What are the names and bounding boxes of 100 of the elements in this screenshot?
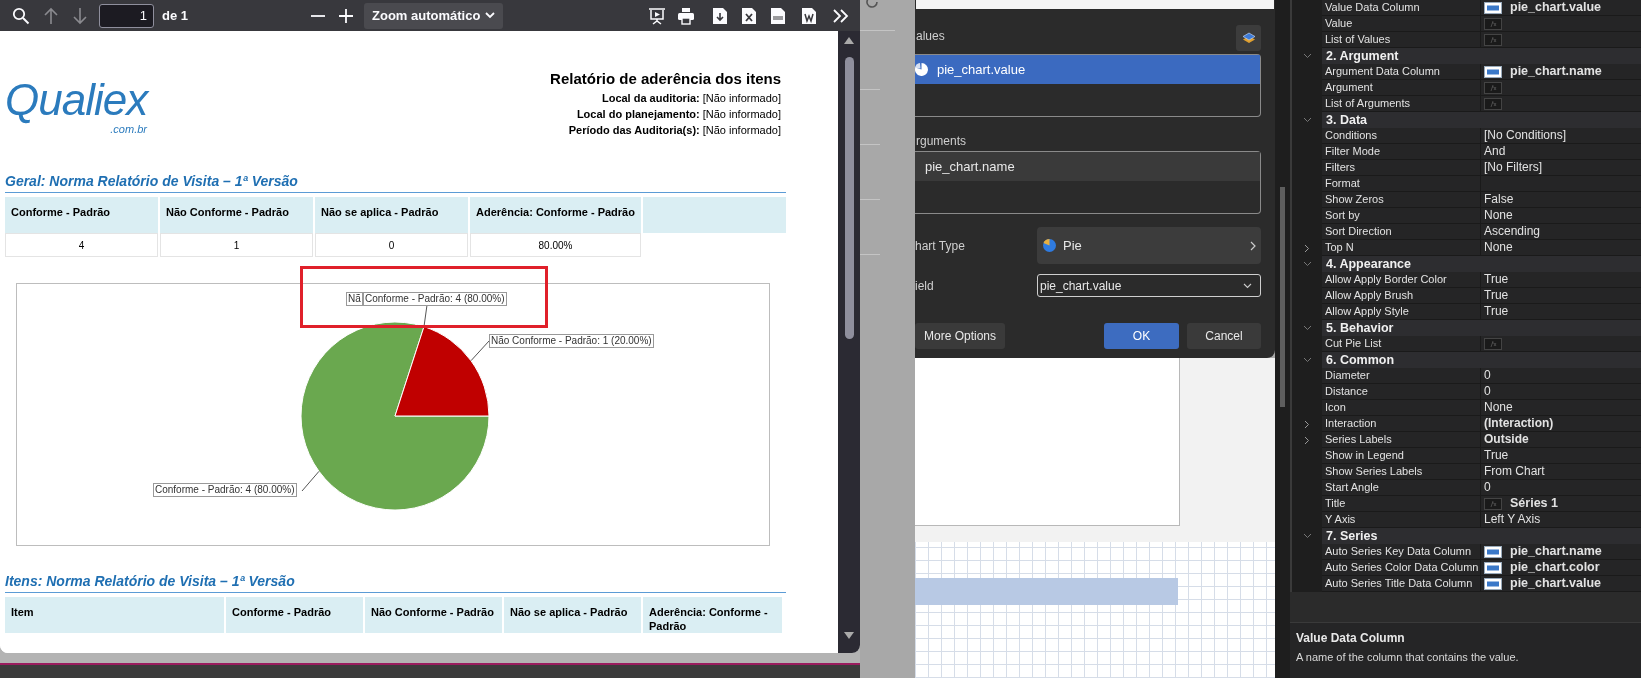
field-label: alues [916,28,945,45]
double-chevron-icon[interactable] [832,7,850,24]
property-value[interactable]: None [1481,240,1641,256]
list-item[interactable]: pie_chart.value [915,55,1260,84]
field-label: hart Type [915,237,966,255]
scroll-up-icon[interactable] [844,37,854,44]
property-value[interactable]: (Interaction) [1481,416,1641,432]
scrollbar-thumb[interactable] [1280,187,1285,407]
field-label: rguments [916,134,968,148]
presentation-icon[interactable] [648,6,666,25]
property-name: Interaction [1322,416,1481,432]
chevron-down-icon[interactable] [1302,53,1312,59]
table-cell: 0 [315,233,468,257]
zoom-select[interactable]: Zoom automático [364,2,503,29]
property-value[interactable]: From Chart [1481,464,1641,480]
info-value: [Não informado] [702,107,781,122]
property-name: Auto Series Key Data Column [1322,544,1481,560]
property-name: Auto Series Title Data Column [1322,576,1481,592]
chevron-right-icon[interactable] [1304,435,1310,445]
column-header: Não se aplica - Padrão [315,197,468,233]
scrollbar-thumb[interactable] [844,57,854,339]
download-file-icon[interactable] [712,6,728,25]
section-header[interactable]: 6. Common [1322,352,1641,368]
section-title: Geral: Norma Relatório de Visita – 1ª Versão [5,172,786,193]
spreadsheet-file-icon[interactable] [741,6,757,25]
property-value[interactable]: Ascending [1481,224,1641,240]
data-label: Conforme - Padrão: 4 (80.00%) [153,483,297,497]
section-header[interactable]: 3. Data [1322,112,1641,128]
property-value[interactable]: Left Y Axis [1481,512,1641,528]
property-name: Format [1322,176,1481,192]
property-value[interactable]: [No Conditions] [1481,128,1641,144]
zoom-in-icon[interactable] [338,7,354,24]
property-name: Cut Pie List [1322,336,1481,352]
property-value[interactable]: And [1481,144,1641,160]
layers-button[interactable] [1236,25,1261,51]
section-header[interactable]: 2. Argument [1322,48,1641,64]
property-name: Top N [1322,240,1481,256]
dialog-button[interactable]: Cancel [1187,323,1261,349]
property-name: Auto Series Color Data Column [1322,560,1481,576]
chevron-down-icon [1243,282,1252,289]
property-name: Allow Apply Border Color [1322,272,1481,288]
property-value[interactable]: 0 [1481,368,1641,384]
property-value[interactable]: None [1481,400,1641,416]
text-field-icon [1484,577,1502,590]
csv-file-icon[interactable] [770,6,786,25]
document-file-icon[interactable] [801,6,817,25]
arrow-down-icon[interactable] [72,6,88,25]
chart-type-button[interactable]: Pie [1037,227,1261,264]
chevron-right-icon[interactable] [1304,419,1310,429]
scrollbar[interactable] [838,31,860,653]
chevron-down-icon [485,12,495,19]
property-value[interactable]: True [1481,448,1641,464]
page-number-field[interactable]: 1 [99,3,154,28]
info-label: Período das Auditoria(s): [568,123,700,138]
scroll-down-icon[interactable] [844,632,854,639]
property-name: Show Zeros [1322,192,1481,208]
description-text: A name of the column that contains the value. [1296,650,1520,665]
search-icon[interactable] [12,6,30,25]
section-header[interactable]: 7. Series [1322,528,1641,544]
column-header: Conforme - Padrão [226,597,363,633]
dialog-button[interactable]: More Options [915,323,1005,349]
property-name: Filters [1322,160,1481,176]
chevron-down-icon[interactable] [1302,357,1312,363]
chevron-down-icon[interactable] [1302,325,1312,331]
leader-line [301,470,320,492]
property-value[interactable]: [No Filters] [1481,160,1641,176]
property-value[interactable]: True [1481,272,1641,288]
list-item[interactable]: pie_chart.name [915,152,1260,181]
chevron-down-icon[interactable] [1302,533,1312,539]
property-value[interactable]: 0 [1481,384,1641,400]
property-value[interactable]: 0 [1481,480,1641,496]
field-select[interactable]: pie_chart.value [1037,274,1261,297]
info-value: [Não informado] [702,91,781,106]
section-header[interactable]: 5. Behavior [1322,320,1641,336]
property-value[interactable]: True [1481,304,1641,320]
property-value[interactable]: True [1481,288,1641,304]
section-header[interactable]: 4. Appearance [1322,256,1641,272]
arrow-up-icon[interactable] [43,6,59,25]
print-icon[interactable] [677,6,695,25]
property-value[interactable]: False [1481,192,1641,208]
property-name: Value Data Column [1322,0,1481,16]
property-value[interactable]: None [1481,208,1641,224]
property-value[interactable]: Outside [1481,432,1641,448]
text-field-icon [1484,561,1502,574]
table-cell: 4 [5,233,158,257]
data-label: Não Conforme - Padrão: 1 (20.00%) [489,334,654,348]
pie-chart-icon [1042,238,1057,253]
property-name: Argument Data Column [1322,64,1481,80]
chevron-right-icon[interactable] [1304,243,1310,253]
property-name: Sort by [1322,208,1481,224]
chevron-right-icon [1250,240,1256,251]
dialog-button[interactable]: OK [1104,323,1179,349]
column-header: Não Conforme - Padrão [160,197,313,233]
property-name: Title [1322,496,1481,512]
chevron-down-icon[interactable] [1302,261,1312,267]
chevron-down-icon[interactable] [1302,117,1312,123]
layers-icon [1241,31,1256,45]
field-label: ield [915,277,935,295]
property-name: Show Series Labels [1322,464,1481,480]
property-name: List of Arguments [1322,96,1481,112]
